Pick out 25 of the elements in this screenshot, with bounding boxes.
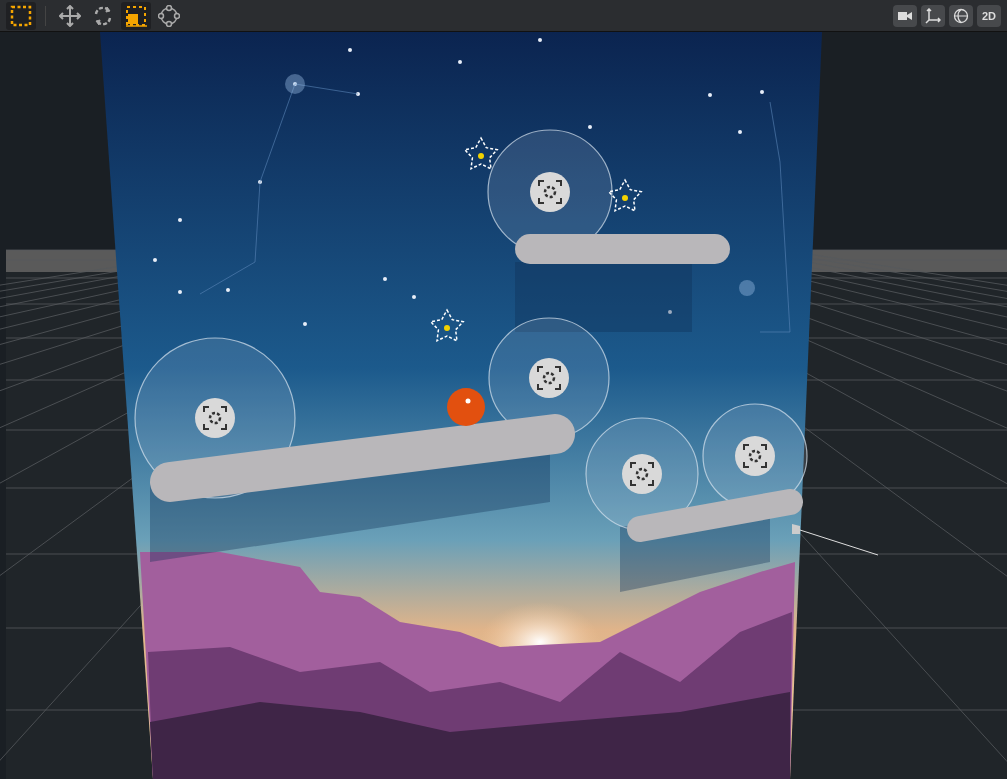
star-pickup-icon	[607, 178, 643, 213]
target-icon	[529, 358, 569, 398]
target-icon	[195, 398, 235, 438]
camera-button[interactable]	[893, 4, 917, 27]
target-icon	[622, 454, 662, 494]
axes-button[interactable]	[921, 4, 945, 27]
scale-square-icon	[125, 4, 147, 27]
move-arrows-icon	[59, 4, 81, 27]
rect-tool-button[interactable]	[6, 1, 36, 30]
target-icon	[530, 172, 570, 212]
star-pickup-icon	[463, 136, 499, 171]
dashed-square-icon	[10, 4, 32, 27]
scene-viewport[interactable]	[0, 32, 1007, 779]
glow-spot	[739, 280, 755, 296]
globe-button[interactable]	[949, 4, 973, 27]
rotate-arrows-icon	[92, 4, 114, 27]
star-pickup-icon	[429, 308, 465, 343]
globe-icon	[953, 7, 969, 24]
2d-mode-button[interactable]: 2D	[977, 4, 1001, 27]
glow-spot	[285, 74, 305, 94]
node-ring-icon	[158, 4, 180, 27]
ball	[447, 388, 485, 426]
axes-icon	[925, 7, 941, 24]
scale-tool-button[interactable]	[121, 1, 151, 30]
target-icon	[735, 436, 775, 476]
